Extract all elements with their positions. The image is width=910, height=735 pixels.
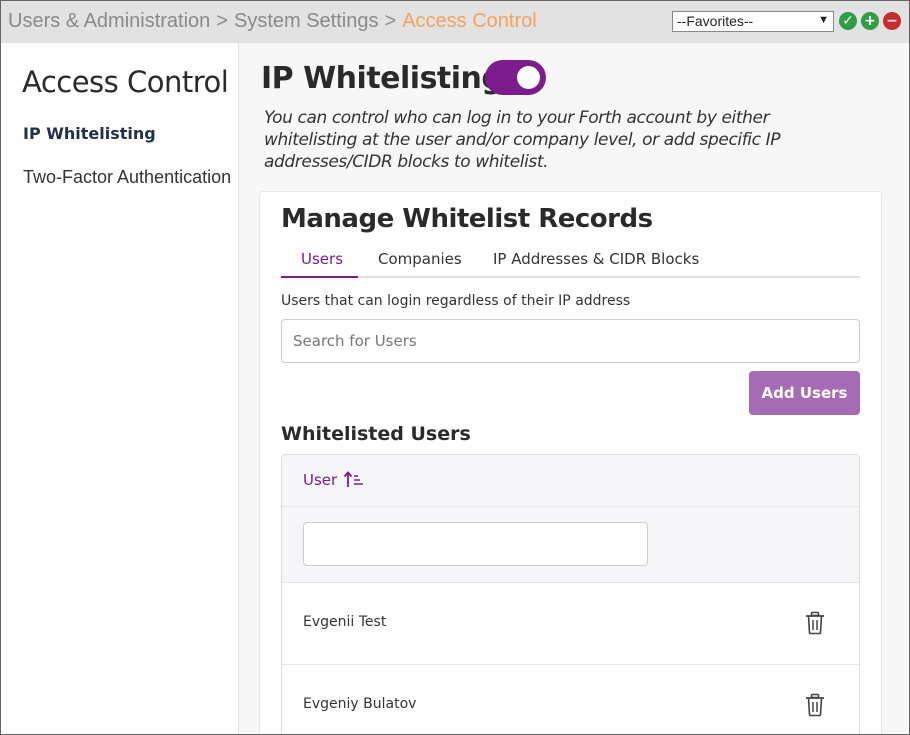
grid-filter-row bbox=[282, 507, 859, 583]
tab-ip-addresses[interactable]: IP Addresses & CIDR Blocks bbox=[493, 250, 699, 268]
table-row: Evgeniy Bulatov bbox=[282, 665, 859, 734]
plus-circle-icon[interactable]: + bbox=[861, 12, 879, 30]
tab-companies[interactable]: Companies bbox=[378, 250, 462, 268]
table-row: Evgenii Test bbox=[282, 583, 859, 665]
toggle-knob bbox=[517, 66, 540, 89]
chevron-down-icon: ▼ bbox=[818, 14, 829, 26]
main-content: IP Whitelisting You can control who can … bbox=[239, 43, 909, 734]
breadcrumb-current: Access Control bbox=[402, 10, 537, 32]
page-description: You can control who can log in to your F… bbox=[264, 108, 781, 172]
user-filter-input[interactable] bbox=[303, 522, 648, 566]
breadcrumb-separator: > bbox=[216, 10, 228, 32]
breadcrumb-item-users-admin[interactable]: Users & Administration bbox=[8, 10, 210, 32]
ip-whitelisting-toggle[interactable] bbox=[485, 60, 546, 95]
sidebar-item-two-factor-auth[interactable]: Two-Factor Authentication bbox=[23, 167, 231, 188]
favorites-selected-value: --Favorites-- bbox=[677, 13, 754, 29]
row-user-name: Evgeniy Bulatov bbox=[303, 696, 417, 712]
grid-header: User bbox=[282, 455, 859, 507]
breadcrumb-item-system-settings[interactable]: System Settings bbox=[234, 10, 379, 32]
check-circle-icon[interactable]: ✓ bbox=[839, 12, 857, 30]
minus-circle-icon[interactable]: − bbox=[883, 12, 901, 30]
whitelisted-users-grid: User Evgenii Test Evgeniy Bulatov bbox=[281, 454, 860, 734]
breadcrumb-separator: > bbox=[384, 10, 397, 32]
page-title: IP Whitelisting bbox=[261, 61, 503, 96]
app-frame: Users & Administration > System Settings > A… bbox=[0, 0, 910, 735]
sidebar-item-ip-whitelisting[interactable]: IP Whitelisting bbox=[23, 124, 156, 143]
trash-icon[interactable] bbox=[804, 611, 826, 635]
top-bar: Users & Administration > System Settings > A… bbox=[1, 1, 909, 43]
sidebar-title: Access Control bbox=[22, 65, 229, 99]
card-title: Manage Whitelist Records bbox=[281, 204, 653, 234]
active-tab-indicator bbox=[281, 276, 358, 278]
breadcrumb: Users & Administration > System Settings > A… bbox=[8, 10, 537, 33]
whitelist-card: Manage Whitelist Records Users Companies… bbox=[259, 191, 882, 734]
whitelisted-users-title: Whitelisted Users bbox=[281, 423, 471, 445]
row-user-name: Evgenii Test bbox=[303, 614, 387, 630]
search-users-input[interactable] bbox=[281, 319, 860, 363]
sort-ascending-icon[interactable] bbox=[343, 470, 365, 490]
tab-users[interactable]: Users bbox=[301, 250, 343, 268]
tabs: Users Companies IP Addresses & CIDR Bloc… bbox=[281, 242, 860, 278]
sidebar: Access Control IP Whitelisting Two-Facto… bbox=[5, 43, 239, 734]
favorites-select[interactable]: --Favorites-- ▼ bbox=[672, 11, 834, 32]
add-users-button[interactable]: Add Users bbox=[749, 371, 860, 415]
trash-icon[interactable] bbox=[804, 693, 826, 717]
column-header-user[interactable]: User bbox=[303, 471, 337, 489]
users-hint: Users that can login regardless of their… bbox=[281, 293, 631, 309]
